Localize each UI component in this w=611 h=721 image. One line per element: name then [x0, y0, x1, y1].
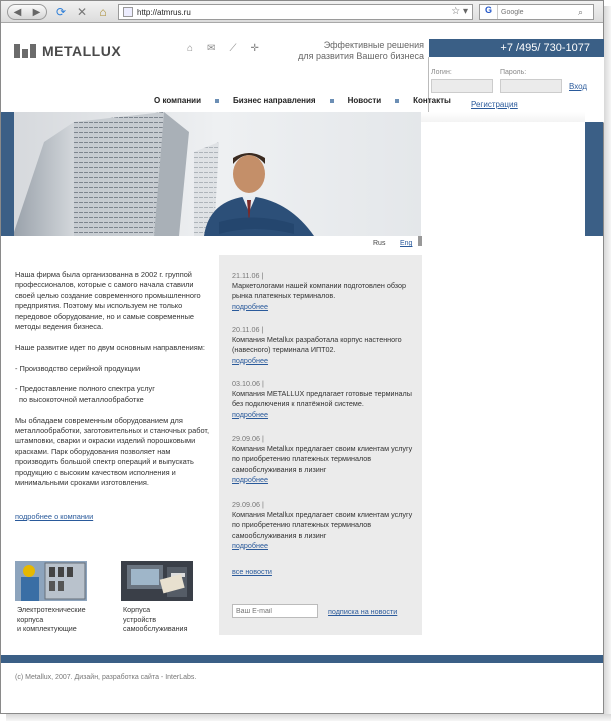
menu-item-contacts[interactable]: Контакты [409, 96, 455, 105]
menu-separator [215, 98, 219, 103]
phone-number: +7 /495/ 730-1077 [429, 39, 604, 57]
bookmark-star-icon[interactable]: ☆ ▾ [451, 6, 468, 17]
news-text: Компания Metallux предлагает своим клиен… [232, 444, 413, 474]
address-bar[interactable]: http://atmrus.ru ☆ ▾ [118, 4, 473, 20]
banner-shade [421, 112, 585, 122]
browser-toolbar: ◀ ▶ ⟳ ✕ ⌂ http://atmrus.ru ☆ ▾ G ⌕ [1, 1, 603, 23]
news-text: Маркетологами нашей компании подготовлен… [232, 281, 406, 301]
lang-divider [418, 236, 422, 246]
company-intro: Наша фирма была организованна в 2002 г. … [15, 270, 211, 499]
window-shadow-right [604, 6, 611, 721]
intro-paragraph: Наше развитие идет по двум основным напр… [15, 342, 205, 352]
news-more-link[interactable]: подробнее [232, 541, 268, 550]
electrical-cabinet-illustration [15, 561, 87, 601]
google-icon[interactable]: G [480, 5, 498, 19]
login-input[interactable] [431, 79, 493, 93]
stop-icon[interactable]: ✕ [74, 4, 90, 20]
lang-en-link[interactable]: Eng [400, 240, 412, 247]
news-item: 21.11.06 | Маркетологами нашей компании … [232, 271, 418, 312]
sitemap-icon[interactable]: ⟋ [229, 43, 236, 54]
menu-item-business[interactable]: Бизнес направления [229, 96, 320, 105]
forward-icon[interactable]: ▶ [33, 7, 41, 18]
news-panel: 21.11.06 | Маркетологами нашей компании … [219, 255, 422, 635]
terminal-illustration [121, 561, 193, 601]
email-field[interactable] [232, 604, 318, 618]
url-text: http://atmrus.ru [137, 7, 191, 17]
intro-paragraph: - Предоставление полного спектра услуг [15, 384, 155, 394]
main-menu: О компании Бизнес направления Новости Ко… [150, 96, 455, 105]
intro-paragraph: по высокоточной металлообработке [19, 394, 144, 404]
skyscraper-businessman-illustration [14, 112, 314, 236]
news-text: Компания Metallux разработала корпус нас… [232, 335, 402, 355]
login-label: Логин: [431, 69, 452, 76]
reload-icon[interactable]: ⟳ [53, 4, 69, 20]
news-item: 03.10.06 | Компания METALLUX предлагает … [232, 379, 418, 420]
news-date: 21.11.06 | [232, 271, 264, 280]
home-icon[interactable]: ⌂ [187, 43, 193, 54]
home-icon[interactable]: ⌂ [95, 4, 111, 20]
news-item: 29.09.06 | Компания Metallux предлагает … [232, 500, 418, 551]
news-text: Компания METALLUX предлагает готовые тер… [232, 389, 412, 409]
news-date: 20.11.06 | [232, 325, 264, 334]
news-text: Компания Metallux предлагает своим клиен… [232, 510, 413, 540]
all-news-link[interactable]: все новости [232, 567, 272, 576]
news-date: 29.09.06 | [232, 500, 264, 509]
news-item: 20.11.06 | Компания Metallux разработала… [232, 325, 418, 366]
search-icon[interactable]: ⌕ [578, 7, 583, 18]
banner-side-bar [1, 112, 14, 236]
news-item: 29.09.06 | Компания Metallux предлагает … [232, 434, 418, 485]
menu-separator [395, 98, 400, 103]
product-image-electrical[interactable] [15, 561, 87, 601]
lang-ru-link[interactable]: Rus [373, 240, 385, 247]
back-forward-buttons[interactable]: ◀ ▶ [7, 4, 47, 20]
footer-copyright: (c) Metallux, 2007. Дизайн, разработка с… [15, 674, 197, 681]
product-caption[interactable]: Электротехнические корпуса и комплектующ… [17, 605, 86, 634]
header-icons: ⌂ ✉ ⟋ ✛ [187, 43, 259, 54]
search-input[interactable] [498, 8, 578, 16]
search-box[interactable]: G ⌕ [479, 4, 594, 20]
logo-text: METALLUX [42, 43, 122, 59]
window-shadow-bottom [6, 714, 611, 721]
subscribe-link[interactable]: подписка на новости [328, 607, 397, 616]
news-more-link[interactable]: подробнее [232, 356, 268, 365]
intro-paragraph: - Производство серийной продукции [15, 363, 141, 373]
product-caption[interactable]: Корпуса устройств самообслуживания [123, 605, 187, 634]
search-icon[interactable]: ✛ [250, 43, 258, 54]
logo-mark-icon [14, 44, 40, 58]
password-label: Пароль: [500, 69, 527, 76]
tagline: Эффективные решения для развития Вашего … [298, 40, 424, 61]
menu-item-news[interactable]: Новости [344, 96, 386, 105]
footer-bar [1, 655, 603, 663]
password-input[interactable] [500, 79, 562, 93]
menu-item-about[interactable]: О компании [150, 96, 205, 105]
back-icon[interactable]: ◀ [14, 7, 22, 18]
register-link[interactable]: Регистрация [471, 100, 518, 109]
banner-image [14, 112, 421, 236]
news-date: 03.10.06 | [232, 379, 264, 388]
news-more-link[interactable]: подробнее [232, 410, 268, 419]
news-date: 29.09.06 | [232, 434, 264, 443]
mail-icon[interactable]: ✉ [207, 43, 215, 54]
banner-side-bar-right [585, 122, 603, 236]
site-logo[interactable]: METALLUX [14, 43, 121, 59]
login-button[interactable]: Вход [569, 82, 587, 91]
intro-paragraph: Наша фирма была организованна в 2002 г. … [15, 270, 201, 332]
menu-separator [329, 98, 334, 103]
news-more-link[interactable]: подробнее [232, 475, 268, 484]
more-about-link[interactable]: подробнее о компании [15, 512, 93, 521]
news-more-link[interactable]: подробнее [232, 302, 268, 311]
product-image-terminal[interactable] [121, 561, 193, 601]
hero-banner [1, 112, 603, 236]
page-icon [123, 7, 133, 17]
intro-paragraph: Мы обладаем современным оборудованием дл… [15, 415, 210, 488]
